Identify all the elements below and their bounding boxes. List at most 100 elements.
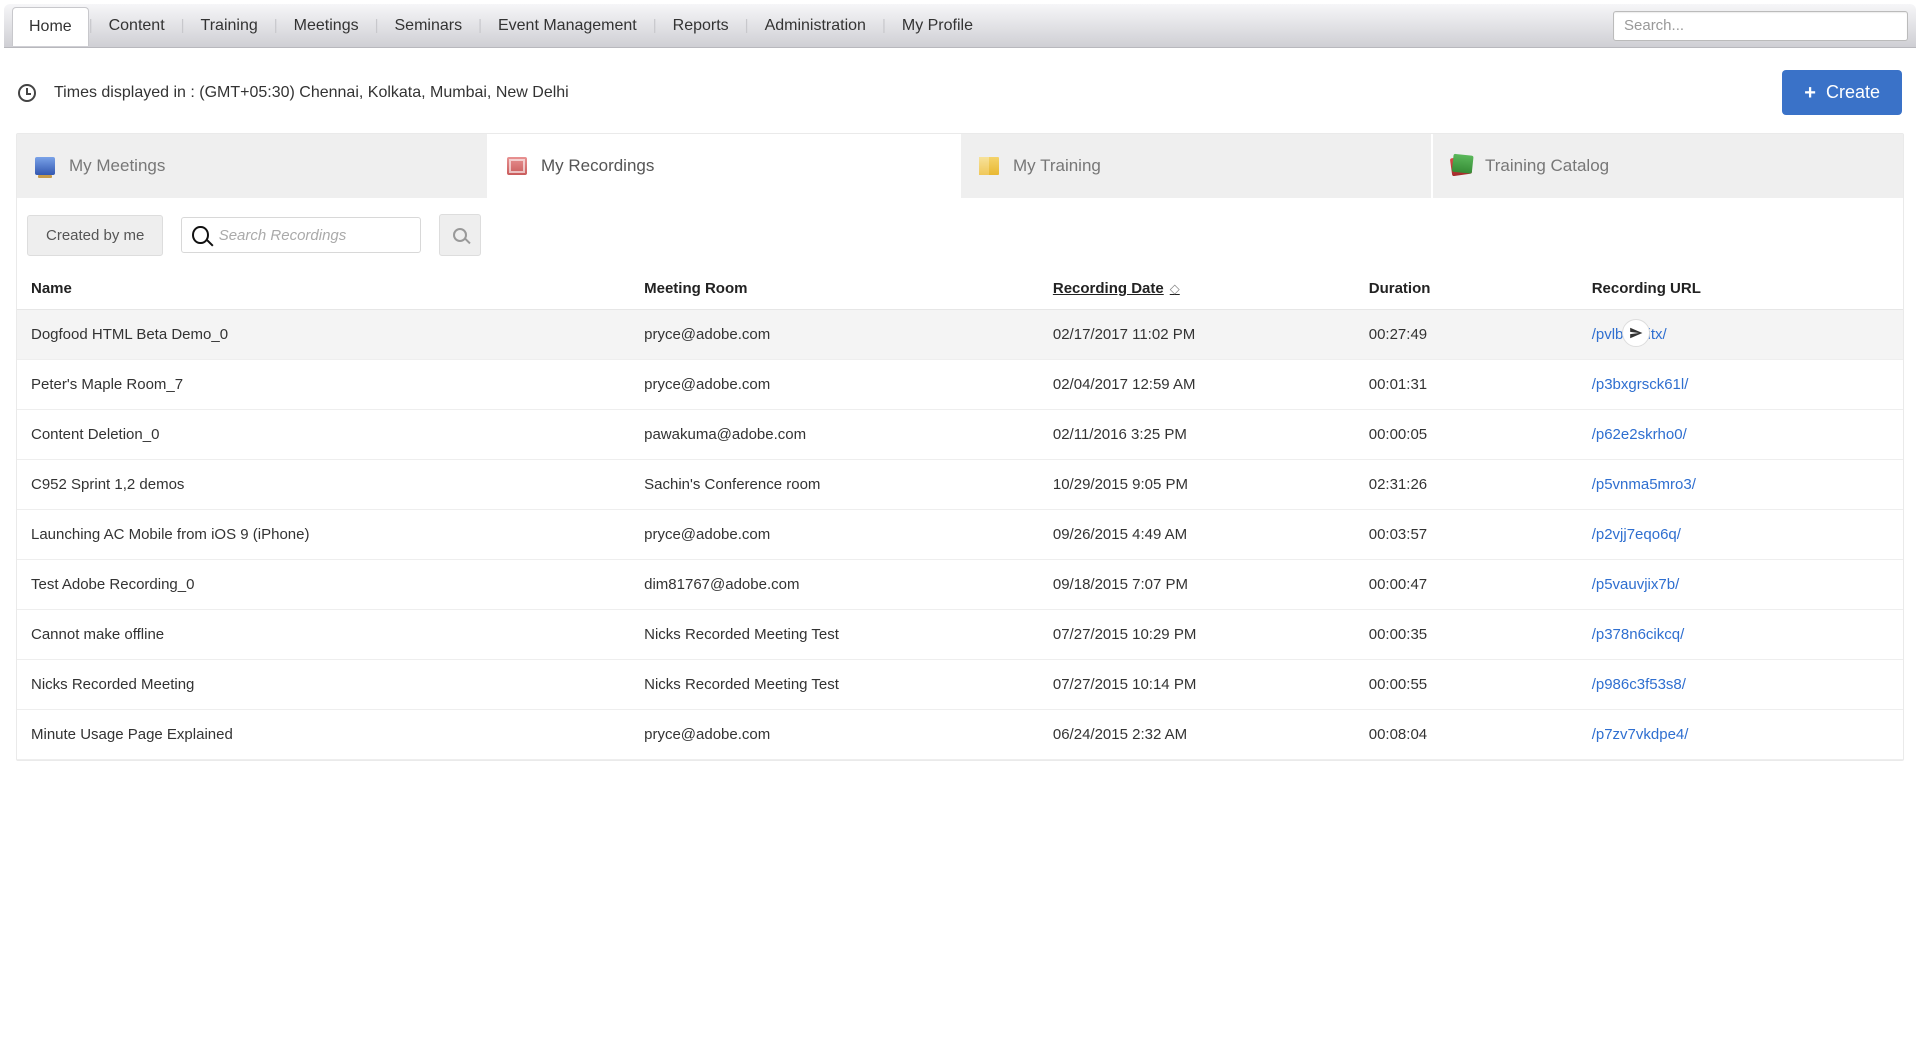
cell-name: Minute Usage Page Explained: [31, 726, 644, 743]
search-submit-button[interactable]: [439, 214, 481, 256]
cell-duration: 00:03:57: [1369, 526, 1592, 543]
cell-url: /p62e2skrho0/: [1592, 426, 1889, 443]
nav-tab-administration[interactable]: Administration: [749, 7, 882, 45]
cell-room: pryce@adobe.com: [644, 726, 1053, 743]
nav-tab-event-management[interactable]: Event Management: [482, 7, 653, 45]
cell-name: Peter's Maple Room_7: [31, 376, 644, 393]
clock-icon: [18, 84, 36, 102]
cell-room: Sachin's Conference room: [644, 476, 1053, 493]
section-tab-my-recordings[interactable]: My Recordings: [489, 134, 961, 198]
table-row[interactable]: Minute Usage Page Explainedpryce@adobe.c…: [17, 710, 1903, 760]
table-row[interactable]: Peter's Maple Room_7pryce@adobe.com02/04…: [17, 360, 1903, 410]
table-row[interactable]: Dogfood HTML Beta Demo_0pryce@adobe.com0…: [17, 310, 1903, 360]
recording-url-link[interactable]: /p3bxgrsck61l/: [1592, 376, 1689, 393]
column-header-date[interactable]: Recording Date ◇: [1053, 280, 1369, 297]
cell-duration: 00:00:35: [1369, 626, 1592, 643]
recording-url-link[interactable]: /p62e2skrho0/: [1592, 426, 1687, 443]
nav-tab-reports[interactable]: Reports: [657, 7, 745, 45]
nav-tab-seminars[interactable]: Seminars: [379, 7, 479, 45]
recording-url-link[interactable]: /p5vnma5mro3/: [1592, 476, 1696, 493]
cell-name: Nicks Recorded Meeting: [31, 676, 644, 693]
cell-url: /p378n6cikcq/: [1592, 626, 1889, 643]
table-row[interactable]: Test Adobe Recording_0dim81767@adobe.com…: [17, 560, 1903, 610]
section-tab-label: My Training: [1013, 156, 1101, 176]
column-header-url[interactable]: Recording URL: [1592, 280, 1889, 297]
cell-url: /pvlbchoitx/: [1592, 326, 1889, 343]
recordings-section: My Meetings My Recordings My Training Train…: [16, 133, 1904, 761]
cell-url: /p7zv7vkdpe4/: [1592, 726, 1889, 743]
cell-room: pryce@adobe.com: [644, 326, 1053, 343]
cell-date: 10/29/2015 9:05 PM: [1053, 476, 1369, 493]
section-tab-my-training[interactable]: My Training: [961, 134, 1433, 198]
cell-room: pryce@adobe.com: [644, 376, 1053, 393]
send-icon[interactable]: [1622, 319, 1650, 347]
meet-icon: [35, 157, 55, 175]
section-tab-label: My Meetings: [69, 156, 165, 176]
nav-tab-home[interactable]: Home: [12, 7, 89, 46]
cell-date: 02/04/2017 12:59 AM: [1053, 376, 1369, 393]
create-button-label: Create: [1826, 82, 1880, 103]
section-tab-my-meetings[interactable]: My Meetings: [17, 134, 489, 198]
search-icon: [192, 226, 208, 244]
cell-room: Nicks Recorded Meeting Test: [644, 676, 1053, 693]
cell-room: pawakuma@adobe.com: [644, 426, 1053, 443]
cell-name: Cannot make offline: [31, 626, 644, 643]
cell-name: Test Adobe Recording_0: [31, 576, 644, 593]
cell-room: dim81767@adobe.com: [644, 576, 1053, 593]
cell-duration: 02:31:26: [1369, 476, 1592, 493]
recordings-search-input[interactable]: [219, 227, 411, 244]
recording-url-link[interactable]: /p7zv7vkdpe4/: [1592, 726, 1689, 743]
table-row[interactable]: C952 Sprint 1,2 demosSachin's Conference…: [17, 460, 1903, 510]
info-bar: Times displayed in : (GMT+05:30) Chennai…: [0, 48, 1920, 133]
cell-date: 07/27/2015 10:14 PM: [1053, 676, 1369, 693]
cell-url: /p5vauvjix7b/: [1592, 576, 1889, 593]
section-tab-label: Training Catalog: [1485, 156, 1609, 176]
filter-bar: Created by me: [17, 198, 1903, 276]
recordings-search-field[interactable]: [181, 217, 421, 253]
cat-icon: [1450, 156, 1472, 177]
top-navigation: Home|Content|Training|Meetings|Seminars|…: [4, 4, 1916, 48]
nav-tab-my-profile[interactable]: My Profile: [886, 7, 989, 45]
column-header-room[interactable]: Meeting Room: [644, 280, 1053, 297]
nav-tab-training[interactable]: Training: [185, 7, 274, 45]
recording-url-link[interactable]: /p986c3f53s8/: [1592, 676, 1686, 693]
table-row[interactable]: Cannot make offlineNicks Recorded Meetin…: [17, 610, 1903, 660]
cell-name: Dogfood HTML Beta Demo_0: [31, 326, 644, 343]
recording-url-link[interactable]: /p378n6cikcq/: [1592, 626, 1685, 643]
table-row[interactable]: Content Deletion_0pawakuma@adobe.com02/1…: [17, 410, 1903, 460]
column-header-name[interactable]: Name: [31, 280, 644, 297]
recording-url-link[interactable]: /p2vjj7eqo6q/: [1592, 526, 1681, 543]
cell-duration: 00:01:31: [1369, 376, 1592, 393]
cell-date: 07/27/2015 10:29 PM: [1053, 626, 1369, 643]
cell-name: C952 Sprint 1,2 demos: [31, 476, 644, 493]
cell-date: 02/17/2017 11:02 PM: [1053, 326, 1369, 343]
cell-duration: 00:08:04: [1369, 726, 1592, 743]
nav-tab-meetings[interactable]: Meetings: [278, 7, 375, 45]
cell-date: 02/11/2016 3:25 PM: [1053, 426, 1369, 443]
timezone-label: Times displayed in : (GMT+05:30) Chennai…: [54, 84, 1782, 102]
cell-url: /p3bxgrsck61l/: [1592, 376, 1889, 393]
recording-url-link[interactable]: /p5vauvjix7b/: [1592, 576, 1680, 593]
cell-room: pryce@adobe.com: [644, 526, 1053, 543]
section-tab-label: My Recordings: [541, 156, 654, 176]
cell-duration: 00:27:49: [1369, 326, 1592, 343]
nav-tab-content[interactable]: Content: [93, 7, 181, 45]
create-button[interactable]: + Create: [1782, 70, 1902, 115]
column-header-duration[interactable]: Duration: [1369, 280, 1592, 297]
section-tab-training-catalog[interactable]: Training Catalog: [1433, 134, 1903, 198]
table-row[interactable]: Launching AC Mobile from iOS 9 (iPhone)p…: [17, 510, 1903, 560]
cell-name: Content Deletion_0: [31, 426, 644, 443]
cell-name: Launching AC Mobile from iOS 9 (iPhone): [31, 526, 644, 543]
train-icon: [979, 157, 999, 175]
sort-icon: ◇: [1170, 281, 1180, 297]
cell-room: Nicks Recorded Meeting Test: [644, 626, 1053, 643]
cell-url: /p2vjj7eqo6q/: [1592, 526, 1889, 543]
cell-duration: 00:00:05: [1369, 426, 1592, 443]
cell-date: 09/26/2015 4:49 AM: [1053, 526, 1369, 543]
table-row[interactable]: Nicks Recorded MeetingNicks Recorded Mee…: [17, 660, 1903, 710]
recordings-table: Name Meeting Room Recording Date ◇ Durat…: [17, 276, 1903, 760]
rec-icon: [507, 157, 527, 175]
cell-url: /p986c3f53s8/: [1592, 676, 1889, 693]
global-search-input[interactable]: [1613, 11, 1908, 41]
created-by-me-filter[interactable]: Created by me: [27, 215, 163, 256]
